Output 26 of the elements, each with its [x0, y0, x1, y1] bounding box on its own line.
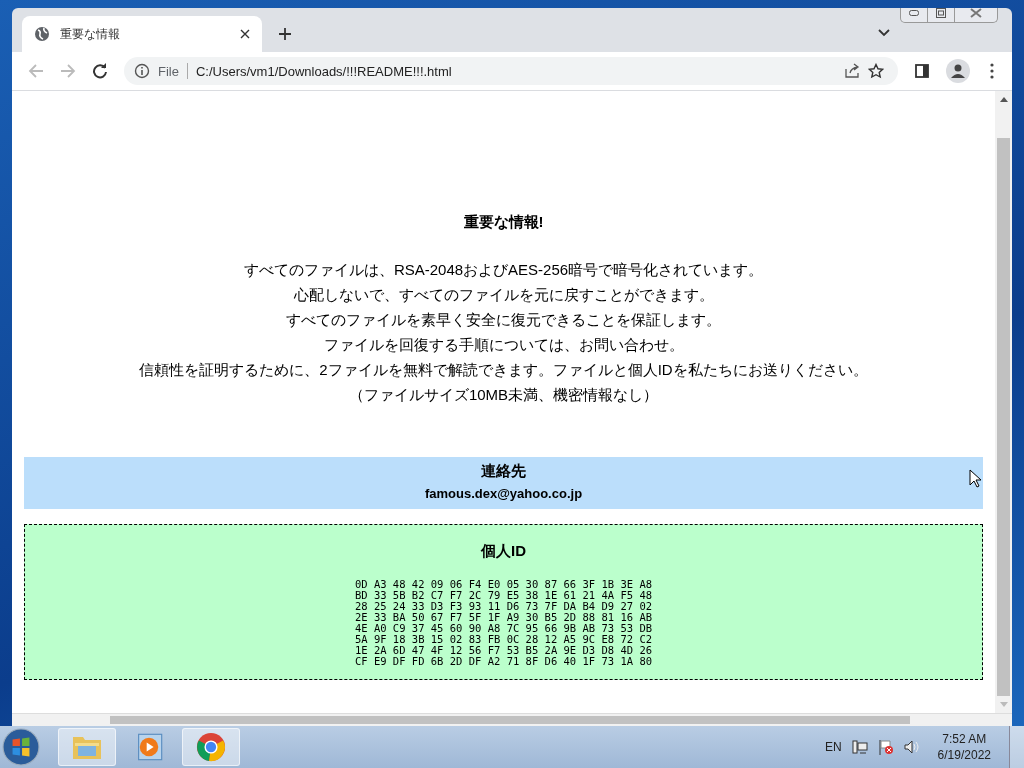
hex-id-line: 5A 9F 18 3B 15 02 83 FB 0C 28 12 A5 9C E8 72 C2	[354, 634, 653, 645]
note-line: （ファイルサイズ10MB未満、機密情報なし）	[347, 385, 660, 405]
personal-id-title: 個人ID	[481, 541, 526, 561]
hex-id-line: 1E 2A 6D 47 4F 12 56 F7 53 B5 2A 9E D3 D8 4D 26	[354, 645, 653, 656]
note-line: すべてのファイルは、RSA-2048およびAES-256暗号で暗号化されています。	[242, 260, 765, 280]
language-indicator[interactable]: EN	[824, 740, 842, 754]
hex-id-line: 2E 33 BA 50 67 F7 5F 1F A9 30 B5 2D 88 81 16 AB	[354, 612, 653, 623]
hex-id-line: CF E9 DF FD 6B 2D DF A2 71 8F D6 40 1F 73 1A 80	[354, 656, 653, 667]
browser-tab[interactable]: 重要な情報	[22, 16, 262, 52]
url-text: C:/Users/vm1/Downloads/!!!README!!!.html	[195, 63, 452, 79]
hex-id-line: 0D A3 48 42 09 06 F4 E0 05 30 87 66 3F 1B 3E A8	[354, 579, 653, 590]
contact-email: famous.dex@yahoo.co.jp	[424, 485, 583, 503]
address-bar[interactable]: File C:/Users/vm1/Downloads/!!!README!!!.html	[124, 57, 898, 85]
scheme-label: File	[158, 63, 179, 79]
note-line: ファイルを回復する手順については、お問い合わせ。	[322, 335, 685, 355]
note-line: 心配しないで、すべてのファイルを元に戻すことができます。	[292, 285, 715, 305]
clock-time[interactable]: 7:52 AM	[942, 731, 987, 747]
clock-date[interactable]: 6/19/2022	[937, 747, 991, 763]
hex-id-line: BD 33 5B B2 C7 F7 2C 79 E5 38 1E 61 21 4A F5 48	[354, 590, 653, 601]
note-line: すべてのファイルを素早く安全に復元できることを保証します。	[285, 310, 722, 330]
contact-title: 連絡先	[481, 461, 526, 481]
hex-id-line: 28 25 24 33 D3 F3 93 11 D6 73 7F DA B4 D9 27 02	[354, 601, 653, 612]
note-heading: 重要な情報!	[462, 213, 545, 232]
hex-id-line: 4E A0 C9 37 45 60 90 A8 7C 95 66 9B AB 73 53 DB	[354, 623, 653, 634]
tab-title: 重要な情報	[60, 25, 121, 43]
note-line: 信頼性を証明するために、2ファイルを無料で解読できます。ファイルと個人IDを私たちにお送りください。	[138, 360, 869, 380]
